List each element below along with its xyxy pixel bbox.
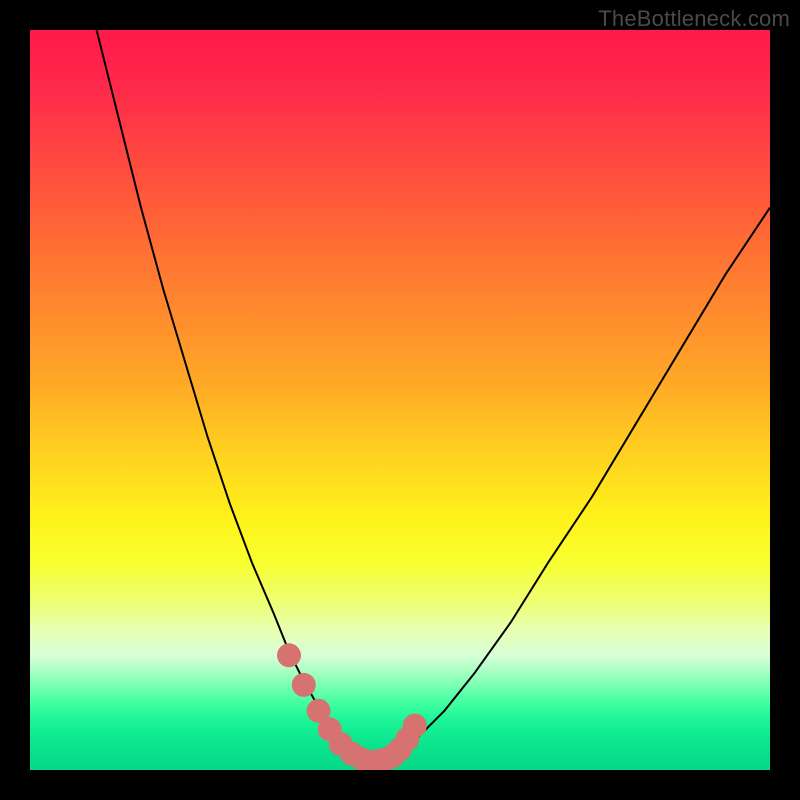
- marker-dot: [277, 643, 301, 667]
- marker-dot: [403, 714, 427, 738]
- highlight-markers: [277, 643, 427, 770]
- marker-dot: [292, 673, 316, 697]
- chart-frame: TheBottleneck.com: [0, 0, 800, 800]
- curve-path: [97, 30, 770, 761]
- bottleneck-curve: [97, 30, 770, 761]
- watermark-text: TheBottleneck.com: [598, 6, 790, 32]
- chart-svg: [30, 30, 770, 770]
- chart-plot-area: [30, 30, 770, 770]
